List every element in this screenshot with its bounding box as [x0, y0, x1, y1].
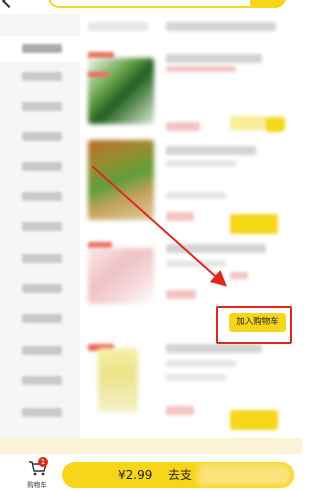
- search-button[interactable]: [250, 0, 286, 8]
- cart-badge: 1: [38, 457, 48, 467]
- cart-label[interactable]: 购物车: [22, 479, 52, 489]
- sidebar-item[interactable]: [22, 346, 62, 355]
- category-sidebar: [0, 14, 80, 438]
- list-item-tag: [88, 72, 108, 77]
- add-to-cart-button[interactable]: [266, 118, 284, 132]
- add-to-cart-button[interactable]: 加入购物车: [229, 313, 286, 332]
- sidebar-item[interactable]: [22, 162, 62, 171]
- product-image[interactable]: [88, 140, 154, 220]
- top-bar: [0, 0, 302, 14]
- list-item-title: [166, 22, 276, 31]
- total-price: ¥2.99: [118, 468, 153, 482]
- sidebar-item[interactable]: [22, 102, 62, 111]
- add-to-cart-button[interactable]: [230, 410, 278, 430]
- list-item-title: [88, 22, 148, 31]
- search-input[interactable]: [48, 0, 286, 8]
- list-item-subtitle: [166, 374, 226, 381]
- checkout-button-overlay: [198, 464, 292, 486]
- sidebar-item[interactable]: [22, 192, 62, 201]
- checkout-label[interactable]: 去支: [168, 466, 192, 484]
- promo-banner[interactable]: [0, 438, 302, 454]
- list-item-subtitle: [166, 360, 236, 367]
- sidebar-item[interactable]: [22, 408, 62, 417]
- product-image[interactable]: [88, 248, 154, 304]
- list-item-subtitle: [166, 66, 236, 72]
- add-to-cart-button[interactable]: [230, 214, 278, 234]
- sidebar-item[interactable]: [22, 254, 62, 263]
- sidebar-item[interactable]: [22, 376, 62, 385]
- list-item-title: [166, 54, 262, 63]
- list-item-title: [166, 344, 262, 353]
- list-item-price: [166, 122, 200, 131]
- sidebar-item[interactable]: [22, 314, 62, 323]
- sidebar-item[interactable]: [22, 222, 62, 231]
- list-item-title: [166, 146, 256, 155]
- sidebar-item[interactable]: [22, 72, 62, 81]
- list-item-subtitle: [166, 192, 226, 199]
- list-item-title: [166, 244, 266, 253]
- list-item-price: [166, 406, 194, 415]
- list-item-subtitle: [166, 160, 236, 167]
- list-item-price: [166, 212, 194, 221]
- product-image[interactable]: [88, 58, 154, 124]
- sidebar-item[interactable]: [22, 284, 62, 293]
- list-item-price: [166, 290, 196, 299]
- sidebar-item[interactable]: [22, 44, 62, 53]
- list-item-tag: [230, 272, 248, 279]
- list-item-subtitle: [166, 260, 226, 267]
- product-image[interactable]: [98, 348, 138, 412]
- sidebar-item[interactable]: [22, 132, 62, 141]
- back-icon[interactable]: [1, 0, 17, 9]
- product-list: [80, 14, 302, 438]
